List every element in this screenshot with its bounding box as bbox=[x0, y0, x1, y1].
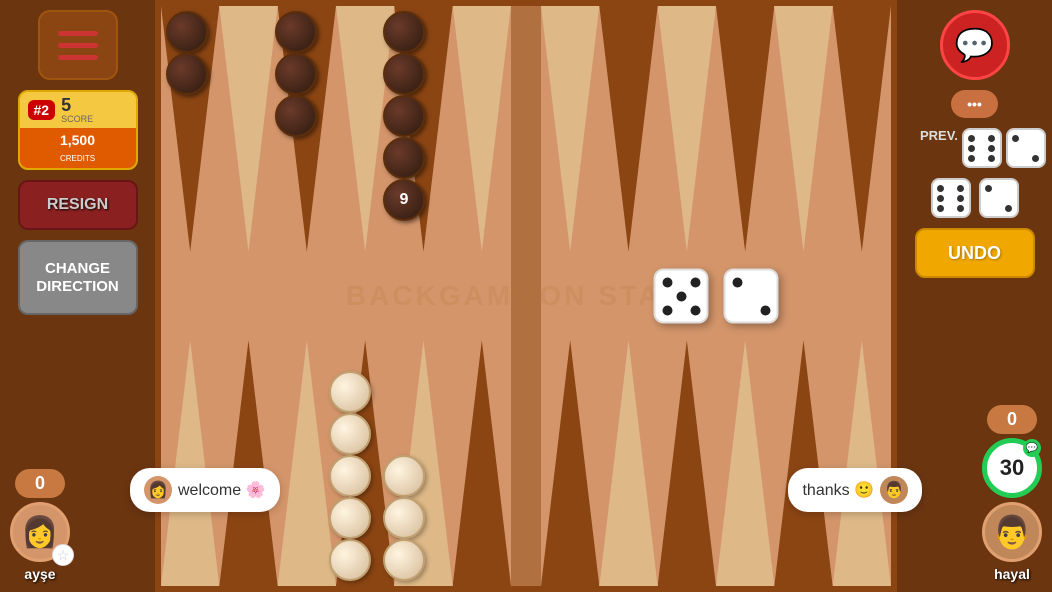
chat-avatar-left: 👩 bbox=[144, 476, 172, 504]
dot bbox=[732, 277, 742, 287]
board-divider bbox=[511, 6, 541, 586]
dark-checker[interactable] bbox=[275, 11, 317, 53]
player-left-score: 0 bbox=[15, 469, 65, 498]
current-dice-row bbox=[931, 178, 1019, 218]
die-1 bbox=[654, 269, 709, 324]
menu-line-2 bbox=[58, 43, 98, 48]
chat-button[interactable]: 💬 bbox=[940, 10, 1010, 80]
triangle-2 bbox=[219, 6, 277, 252]
bottom-triangles-right bbox=[541, 340, 891, 586]
light-checker[interactable] bbox=[383, 455, 425, 497]
light-stack-bottom bbox=[383, 455, 425, 581]
dice-container bbox=[654, 269, 779, 324]
dot bbox=[690, 277, 700, 287]
triangle-r5 bbox=[774, 6, 832, 252]
player-left: 0 👩 ☆ ayşe bbox=[10, 469, 70, 582]
chat-avatar-right: 👨 bbox=[880, 476, 908, 504]
triangle-r1 bbox=[541, 6, 599, 252]
score-number: 5 bbox=[61, 96, 93, 114]
triangle-b2 bbox=[219, 340, 277, 586]
chat-bubble-left: 👩 welcome 🌸 bbox=[130, 468, 280, 512]
credits-label: CREDITS bbox=[60, 154, 95, 163]
star-badge: ☆ bbox=[52, 544, 74, 566]
light-checker[interactable] bbox=[329, 413, 371, 455]
chat-bubble-right: thanks 🙂 👨 bbox=[788, 468, 922, 512]
resign-button[interactable]: RESIGN bbox=[18, 180, 138, 230]
menu-line-1 bbox=[58, 31, 98, 36]
player-right-score: 0 bbox=[987, 405, 1037, 434]
triangle-r2 bbox=[599, 6, 657, 252]
top-triangles-right bbox=[541, 6, 891, 252]
dark-checker-num[interactable]: 9 bbox=[383, 179, 425, 221]
triangle-rb4 bbox=[716, 340, 774, 586]
dot bbox=[676, 291, 686, 301]
dark-checker[interactable] bbox=[383, 11, 425, 53]
score-label: SCORE bbox=[61, 114, 93, 124]
light-checker[interactable] bbox=[329, 497, 371, 539]
triangle-rb1 bbox=[541, 340, 599, 586]
dot bbox=[662, 277, 672, 287]
triangle-rb6 bbox=[833, 340, 891, 586]
dark-checker[interactable] bbox=[383, 137, 425, 179]
triangle-r3 bbox=[658, 6, 716, 252]
player-right: 0 30 💬 👨 hayal bbox=[982, 405, 1042, 582]
prev-die-1 bbox=[962, 128, 1002, 168]
player-right-name: hayal bbox=[994, 566, 1030, 582]
menu-button[interactable] bbox=[38, 10, 118, 80]
undo-button[interactable]: UNDO bbox=[915, 228, 1035, 278]
prev-label: PREV. bbox=[920, 128, 958, 143]
die-2 bbox=[724, 269, 779, 324]
light-checker[interactable] bbox=[383, 539, 425, 581]
checker-stack-3 bbox=[275, 11, 317, 137]
chat-icon: 💬 bbox=[955, 26, 995, 64]
chat-text-right: thanks 🙂 bbox=[802, 480, 874, 500]
board-middle-left bbox=[161, 252, 511, 340]
dark-checker[interactable] bbox=[166, 11, 208, 53]
light-checker[interactable] bbox=[383, 497, 425, 539]
credits-row: 1,500 CREDITS bbox=[20, 128, 136, 168]
timer-value: 30 bbox=[1000, 455, 1024, 481]
menu-line-3 bbox=[58, 55, 98, 60]
light-checker[interactable] bbox=[329, 455, 371, 497]
player-right-avatar[interactable]: 👨 bbox=[982, 502, 1042, 562]
light-stack-bottom-2 bbox=[329, 371, 371, 581]
more-options-button[interactable]: ••• bbox=[951, 90, 998, 118]
dot bbox=[662, 305, 672, 315]
triangle-r6 bbox=[833, 6, 891, 252]
triangle-rb2 bbox=[599, 340, 657, 586]
prev-die-2 bbox=[1006, 128, 1046, 168]
dark-checker[interactable] bbox=[275, 53, 317, 95]
rank-badge: #2 bbox=[28, 100, 56, 120]
triangle-rb5 bbox=[774, 340, 832, 586]
light-checker[interactable] bbox=[329, 539, 371, 581]
triangle-b1 bbox=[161, 340, 219, 586]
dark-checker[interactable] bbox=[383, 53, 425, 95]
chat-dot: 💬 bbox=[1023, 439, 1041, 457]
triangle-b6 bbox=[453, 340, 511, 586]
top-triangles-left bbox=[161, 6, 511, 252]
light-checker[interactable] bbox=[329, 371, 371, 413]
score-box: #2 5 SCORE 1,500 CREDITS bbox=[18, 90, 138, 170]
checker-stack-1 bbox=[166, 11, 208, 95]
board-dice-area bbox=[541, 252, 891, 340]
dark-checker[interactable] bbox=[383, 95, 425, 137]
credits-value: 1,500 bbox=[60, 132, 95, 148]
player-right-avatar-wrap: 30 💬 bbox=[982, 438, 1042, 498]
dot bbox=[760, 305, 770, 315]
triangle-b3 bbox=[278, 340, 336, 586]
timer-circle: 30 💬 bbox=[982, 438, 1042, 498]
triangle-rb3 bbox=[658, 340, 716, 586]
dark-checker[interactable] bbox=[166, 53, 208, 95]
dot bbox=[690, 305, 700, 315]
current-die-1 bbox=[931, 178, 971, 218]
chat-text-left: welcome 🌸 bbox=[178, 480, 266, 500]
dark-checker[interactable] bbox=[275, 95, 317, 137]
triangle-6 bbox=[453, 6, 511, 252]
triangle-r4 bbox=[716, 6, 774, 252]
checker-stack-5: 9 bbox=[383, 11, 425, 221]
current-die-2 bbox=[979, 178, 1019, 218]
change-direction-button[interactable]: CHANGE DIRECTION bbox=[18, 240, 138, 315]
player-left-avatar-wrap: 👩 ☆ bbox=[10, 502, 70, 562]
player-left-name: ayşe bbox=[24, 566, 55, 582]
